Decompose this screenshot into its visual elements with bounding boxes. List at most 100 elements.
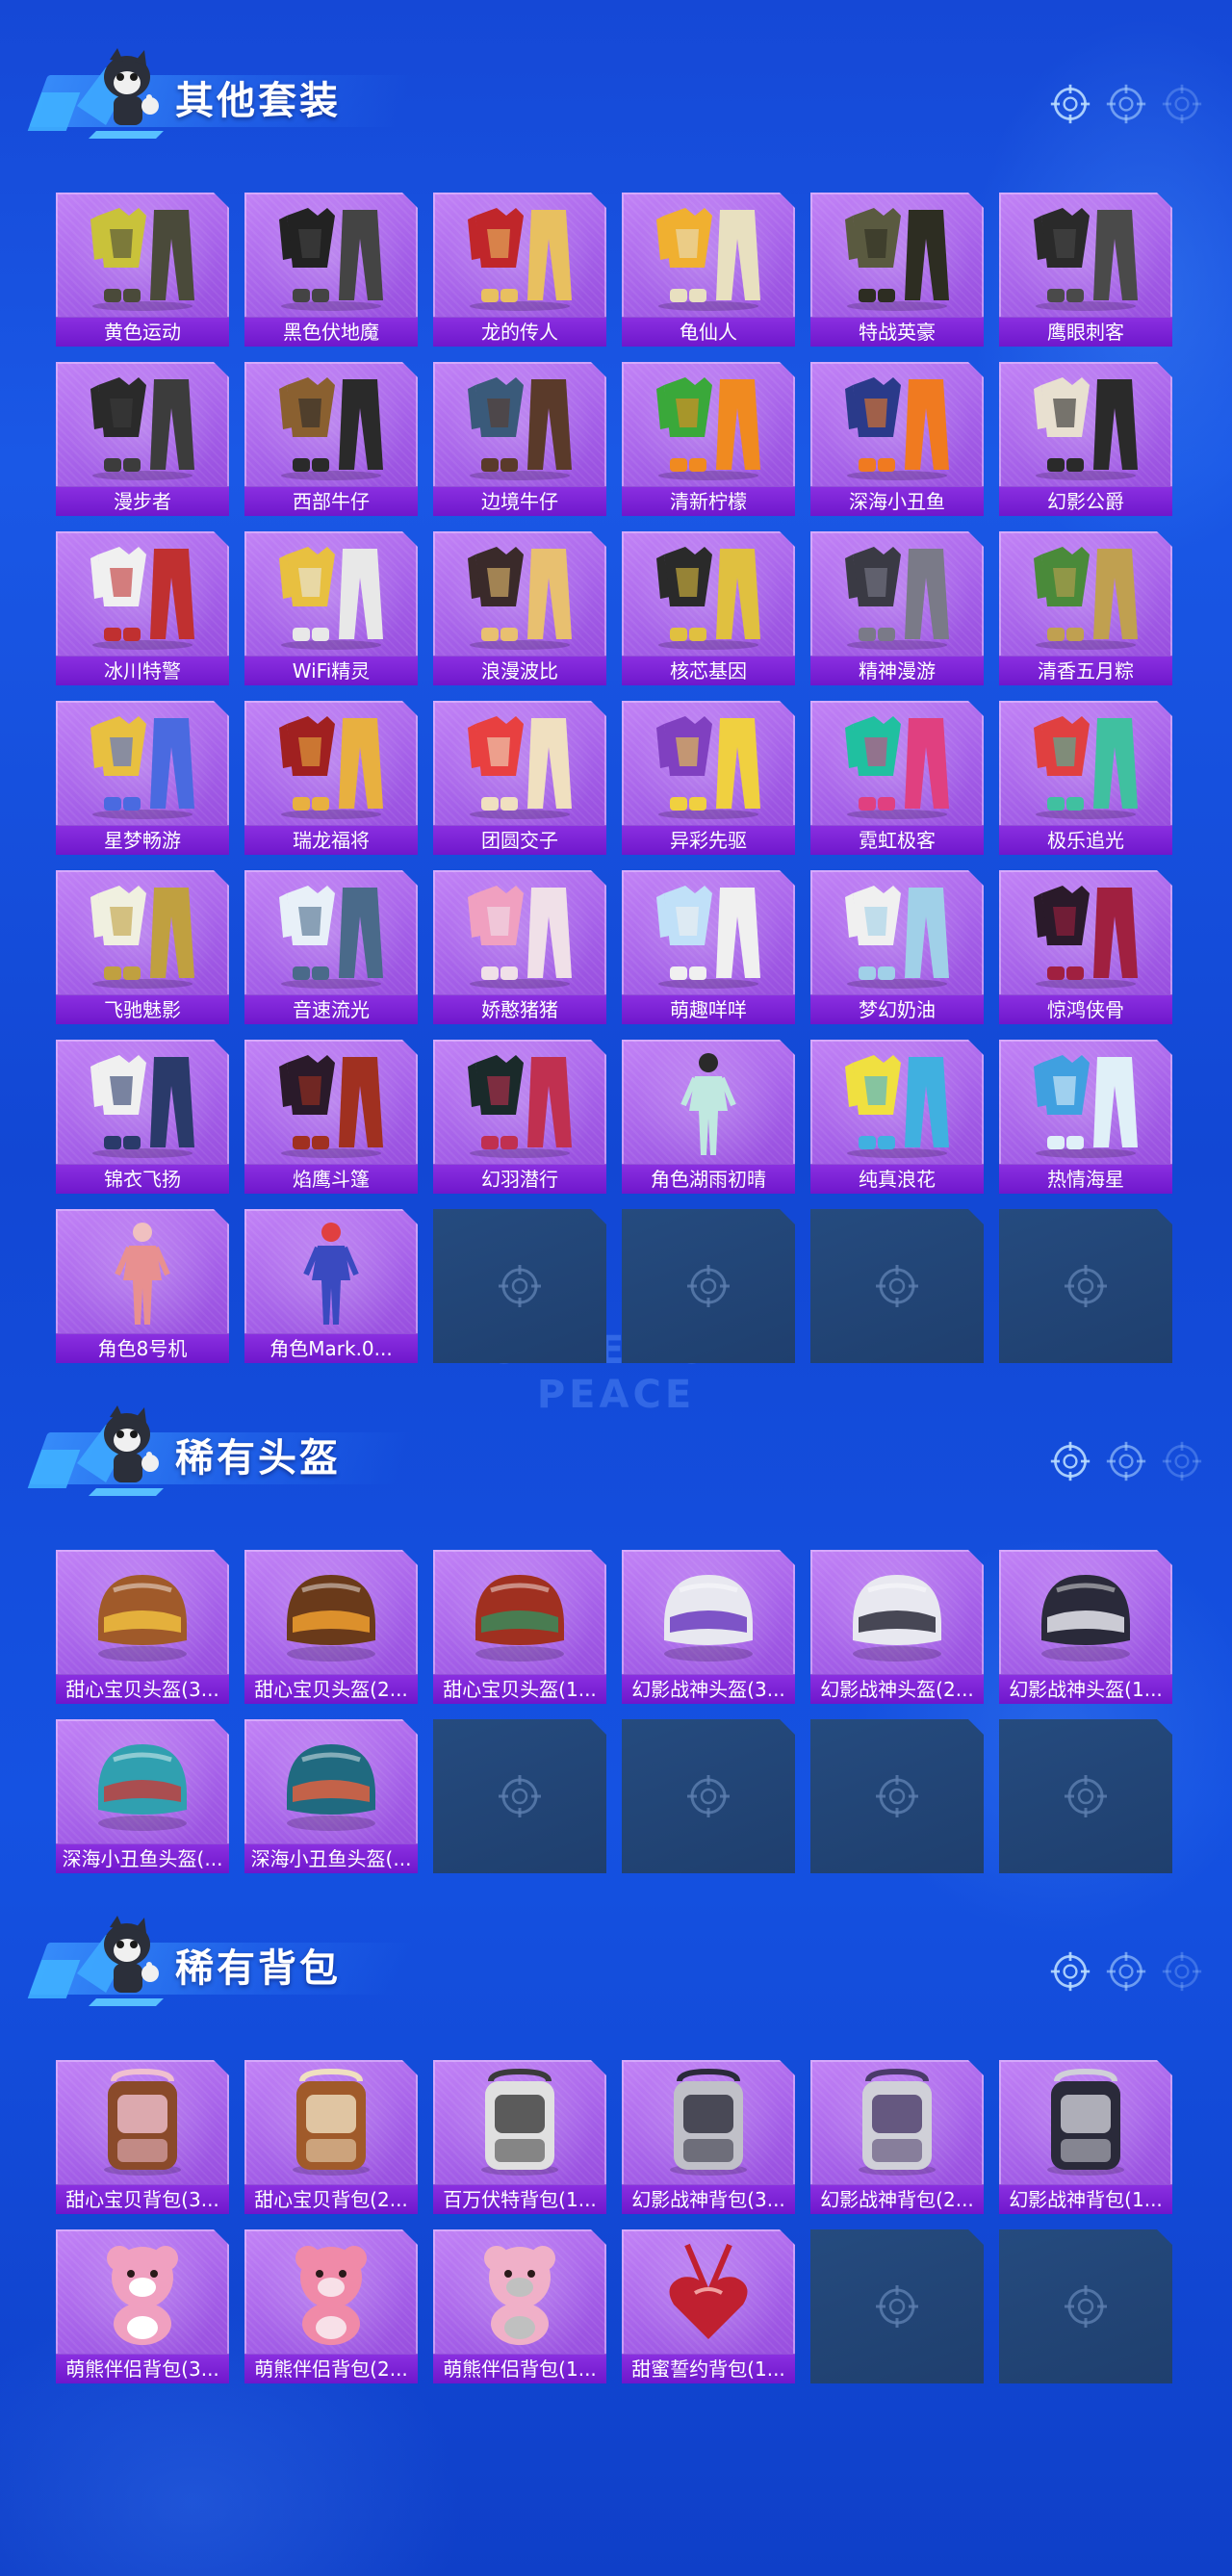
figure-image xyxy=(641,1047,776,1159)
crosshair-icon xyxy=(1063,1263,1109,1309)
mascot-icon xyxy=(67,1906,173,2012)
suit-image xyxy=(452,539,587,651)
item-card[interactable]: 幻影战神头盔(2... xyxy=(810,1550,984,1704)
item-card[interactable]: 核芯基因 xyxy=(622,531,795,685)
item-card[interactable]: 萌熊伴侣背包(2... xyxy=(244,2229,418,2383)
item-grid: 黄色运动 黑色伏地魔 龙的传人 龟仙人 特战英豪 鹰眼刺客 漫步者 西部牛仔 边… xyxy=(56,193,1176,1363)
item-card[interactable]: 角色Mark.0... xyxy=(244,1209,418,1363)
item-card[interactable]: 锦衣飞扬 xyxy=(56,1040,229,1194)
suit-image xyxy=(641,370,776,481)
item-card[interactable]: 极乐追光 xyxy=(999,701,1172,855)
empty-slot xyxy=(810,1719,984,1873)
item-card[interactable]: 飞驰魅影 xyxy=(56,870,229,1024)
item-card[interactable]: 冰川特警 xyxy=(56,531,229,685)
item-card[interactable]: 幻影战神背包(3... xyxy=(622,2060,795,2214)
item-card[interactable]: 幻影战神背包(1... xyxy=(999,2060,1172,2214)
empty-slot xyxy=(999,1209,1172,1363)
item-card[interactable]: 角色8号机 xyxy=(56,1209,229,1363)
suit-image xyxy=(641,200,776,312)
item-card[interactable]: 异彩先驱 xyxy=(622,701,795,855)
item-card[interactable]: 幻影战神背包(2... xyxy=(810,2060,984,2214)
suit-image xyxy=(75,200,210,312)
bear-image xyxy=(452,2237,587,2349)
section-title: 稀有背包 xyxy=(175,1946,341,1991)
item-grid: 甜心宝贝背包(3... 甜心宝贝背包(2... 百万伏特背包(1... 幻影战神… xyxy=(56,2060,1176,2383)
item-card[interactable]: 清新柠檬 xyxy=(622,362,795,516)
item-card[interactable]: 百万伏特背包(1... xyxy=(433,2060,606,2214)
item-card[interactable]: 甜心宝贝头盔(2... xyxy=(244,1550,418,1704)
item-card[interactable]: 瑞龙福将 xyxy=(244,701,418,855)
item-card[interactable]: 鹰眼刺客 xyxy=(999,193,1172,347)
item-label: 角色Mark.0... xyxy=(244,1333,418,1363)
crosshair-icon xyxy=(1105,83,1147,125)
crosshair-icon xyxy=(685,1263,732,1309)
backpack-image xyxy=(1018,2068,1153,2179)
item-card[interactable]: 深海小丑鱼头盔(... xyxy=(56,1719,229,1873)
item-card[interactable]: 边境牛仔 xyxy=(433,362,606,516)
item-card[interactable]: 音速流光 xyxy=(244,870,418,1024)
item-card[interactable]: 特战英豪 xyxy=(810,193,984,347)
suit-image xyxy=(830,708,964,820)
item-card[interactable]: 甜心宝贝背包(3... xyxy=(56,2060,229,2214)
item-card[interactable]: 星梦畅游 xyxy=(56,701,229,855)
item-card[interactable]: 甜心宝贝背包(2... xyxy=(244,2060,418,2214)
item-card[interactable]: 惊鸿侠骨 xyxy=(999,870,1172,1024)
item-card[interactable]: 萌熊伴侣背包(3... xyxy=(56,2229,229,2383)
item-card[interactable]: 娇憨猪猪 xyxy=(433,870,606,1024)
suit-image xyxy=(264,370,398,481)
section-title: 稀有头盔 xyxy=(175,1436,341,1481)
item-card[interactable]: 深海小丑鱼头盔(... xyxy=(244,1719,418,1873)
suit-image xyxy=(1018,370,1153,481)
item-grid: 甜心宝贝头盔(3... 甜心宝贝头盔(2... 甜心宝贝头盔(1... 幻影战神… xyxy=(56,1550,1176,1873)
item-card[interactable]: 清香五月粽 xyxy=(999,531,1172,685)
item-card[interactable]: 龙的传人 xyxy=(433,193,606,347)
item-card[interactable]: 纯真浪花 xyxy=(810,1040,984,1194)
item-label: 惊鸿侠骨 xyxy=(999,994,1172,1024)
item-card[interactable]: 漫步者 xyxy=(56,362,229,516)
item-card[interactable]: 热情海星 xyxy=(999,1040,1172,1194)
helmet-image xyxy=(452,1558,587,1669)
item-card[interactable]: 浪漫波比 xyxy=(433,531,606,685)
item-card[interactable]: 焰鹰斗篷 xyxy=(244,1040,418,1194)
item-card[interactable]: 角色湖雨初晴 xyxy=(622,1040,795,1194)
suit-image xyxy=(264,878,398,990)
item-card[interactable]: 幻影战神头盔(3... xyxy=(622,1550,795,1704)
item-card[interactable]: 深海小丑鱼 xyxy=(810,362,984,516)
item-label: 甜心宝贝头盔(1... xyxy=(433,1674,606,1704)
item-card[interactable]: 精神漫游 xyxy=(810,531,984,685)
item-label: 甜心宝贝背包(3... xyxy=(56,2184,229,2214)
item-card[interactable]: 黄色运动 xyxy=(56,193,229,347)
item-card[interactable]: 西部牛仔 xyxy=(244,362,418,516)
item-card[interactable]: 甜心宝贝头盔(3... xyxy=(56,1550,229,1704)
helmet-image xyxy=(75,1558,210,1669)
item-card[interactable]: WiFi精灵 xyxy=(244,531,418,685)
bear-image xyxy=(264,2237,398,2349)
item-card[interactable]: 萌趣咩咩 xyxy=(622,870,795,1024)
crosshair-icon xyxy=(1063,2283,1109,2330)
helmet-image xyxy=(1018,1558,1153,1669)
item-label: 幻影战神头盔(3... xyxy=(622,1674,795,1704)
crosshair-icon xyxy=(685,1773,732,1819)
crosshair-icon xyxy=(1161,1950,1203,1993)
item-card[interactable]: 幻影战神头盔(1... xyxy=(999,1550,1172,1704)
item-card[interactable]: 幻羽潜行 xyxy=(433,1040,606,1194)
item-label: WiFi精灵 xyxy=(244,656,418,685)
item-card[interactable]: 幻影公爵 xyxy=(999,362,1172,516)
item-card[interactable]: 黑色伏地魔 xyxy=(244,193,418,347)
item-card[interactable]: 甜蜜誓约背包(1... xyxy=(622,2229,795,2383)
item-card[interactable]: 萌熊伴侣背包(1... xyxy=(433,2229,606,2383)
item-card[interactable]: 龟仙人 xyxy=(622,193,795,347)
item-label: 幻影公爵 xyxy=(999,486,1172,516)
item-card[interactable]: 甜心宝贝头盔(1... xyxy=(433,1550,606,1704)
item-label: 深海小丑鱼 xyxy=(810,486,984,516)
helmet-image xyxy=(264,1727,398,1839)
item-card[interactable]: 霓虹极客 xyxy=(810,701,984,855)
item-card[interactable]: 梦幻奶油 xyxy=(810,870,984,1024)
crosshair-icon xyxy=(874,2283,920,2330)
suit-image xyxy=(1018,1047,1153,1159)
item-card[interactable]: 团圆交子 xyxy=(433,701,606,855)
crosshair-icon xyxy=(874,1263,920,1309)
crosshair-icon xyxy=(1049,1440,1091,1482)
suit-image xyxy=(452,708,587,820)
item-label: 萌熊伴侣背包(3... xyxy=(56,2354,229,2383)
